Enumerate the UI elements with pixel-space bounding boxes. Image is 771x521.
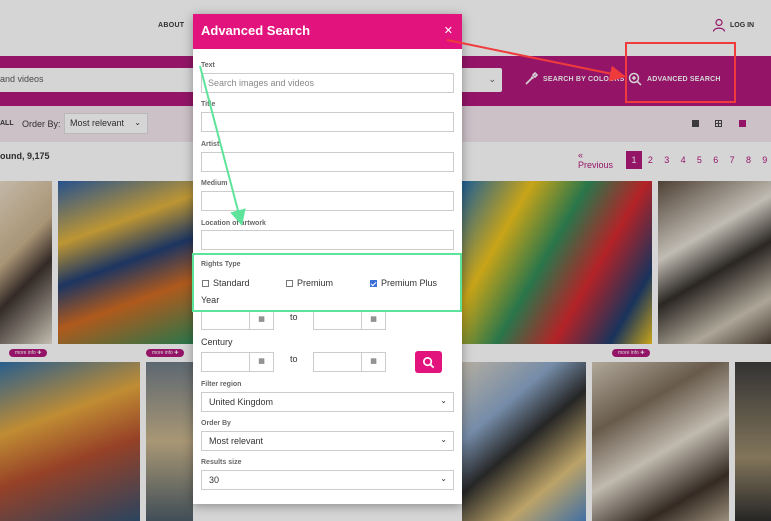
century-label: Century — [201, 337, 233, 347]
checkbox-box[interactable] — [286, 279, 293, 287]
checkbox-box[interactable] — [202, 279, 209, 287]
chevron-down-icon: ⌄ — [440, 435, 447, 444]
close-icon[interactable]: ✕ — [444, 24, 453, 37]
century-from-input[interactable] — [201, 352, 250, 372]
calendar-icon[interactable]: ▦ — [362, 310, 386, 330]
calendar-icon[interactable]: ▦ — [250, 352, 274, 372]
title-input[interactable] — [201, 112, 454, 132]
year-to-input[interactable] — [313, 310, 362, 330]
century-to-input[interactable] — [313, 352, 362, 372]
filter-region-value: United Kingdom — [209, 397, 274, 407]
year-from-input[interactable] — [201, 310, 250, 330]
title-label: Title — [201, 101, 216, 108]
modal-header: Advanced Search ✕ — [193, 14, 462, 49]
rights-standard-checkbox[interactable]: Standard — [202, 278, 250, 288]
advanced-search-modal: Advanced Search ✕ Text Title Artist Medi… — [193, 14, 462, 504]
calendar-icon[interactable]: ▦ — [250, 310, 274, 330]
rights-standard-label: Standard — [213, 278, 250, 288]
chevron-down-icon: ⌄ — [440, 396, 447, 405]
filter-region-select[interactable]: United Kingdom ⌄ — [201, 392, 454, 412]
location-input[interactable] — [201, 230, 454, 250]
year-to-label: to — [290, 312, 298, 322]
checkbox-box-checked[interactable] — [370, 279, 377, 287]
rights-premium-plus-checkbox[interactable]: Premium Plus — [370, 278, 437, 288]
artist-input[interactable] — [201, 152, 454, 172]
text-label: Text — [201, 62, 215, 69]
calendar-icon[interactable]: ▦ — [362, 352, 386, 372]
results-size-select[interactable]: 30 ⌄ — [201, 470, 454, 490]
results-size-value: 30 — [209, 475, 220, 485]
rights-premium-checkbox[interactable]: Premium — [286, 278, 333, 288]
rights-premium-label: Premium — [297, 278, 334, 288]
medium-label: Medium — [201, 180, 228, 187]
modal-title: Advanced Search — [201, 23, 311, 38]
century-to-label: to — [290, 354, 298, 364]
filter-region-label: Filter region — [201, 381, 242, 388]
order-by-modal-value: Most relevant — [209, 436, 264, 446]
text-input[interactable] — [201, 73, 454, 93]
chevron-down-icon: ⌄ — [440, 474, 447, 483]
rights-type-label: Rights Type — [201, 261, 241, 268]
rights-premium-plus-label: Premium Plus — [381, 278, 438, 288]
medium-input[interactable] — [201, 191, 454, 211]
advanced-search-submit-button[interactable] — [415, 351, 442, 373]
location-label: Location of artwork — [201, 220, 266, 227]
artist-label: Artist — [201, 141, 220, 148]
results-size-label: Results size — [201, 459, 242, 466]
order-by-modal-select[interactable]: Most relevant ⌄ — [201, 431, 454, 451]
year-label: Year — [201, 295, 220, 305]
order-by-modal-label: Order By — [201, 420, 231, 427]
search-icon — [423, 356, 435, 368]
